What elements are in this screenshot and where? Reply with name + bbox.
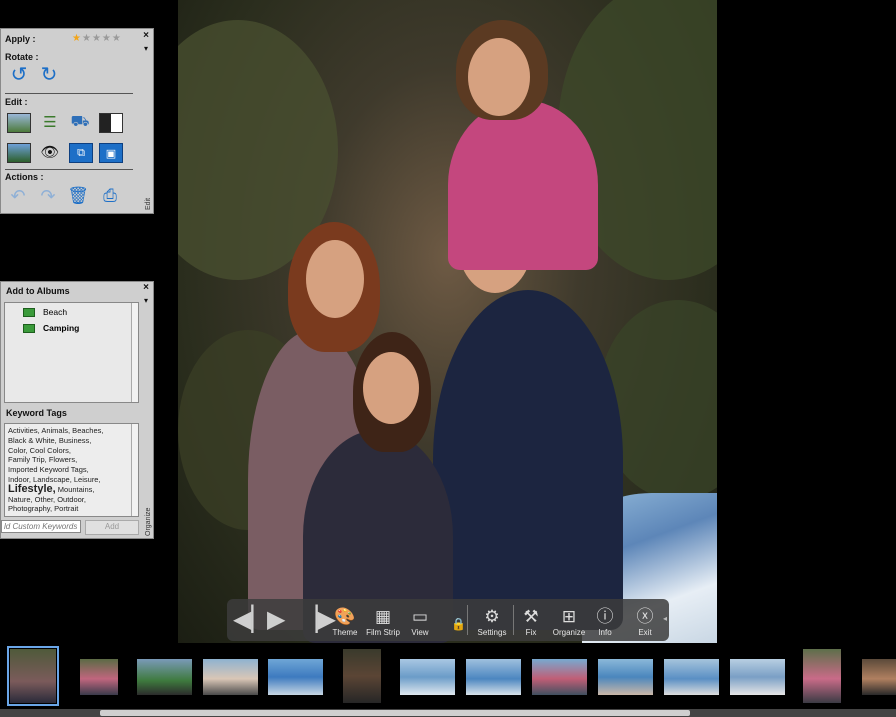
custom-keyword-input[interactable] (1, 520, 81, 533)
actions-label: Actions : (5, 172, 44, 182)
divider (513, 605, 514, 635)
settings-button[interactable]: ⚙ Settings (475, 599, 509, 641)
filmstrip-thumbnail[interactable] (664, 659, 719, 695)
album-icon (23, 307, 35, 317)
filmstrip-thumbnail[interactable] (466, 659, 521, 695)
filmstrip-thumbnail[interactable] (598, 659, 653, 695)
redo-icon[interactable]: ↷ (37, 186, 59, 206)
info-icon: ⓘ (596, 607, 614, 626)
keyword-tags-text[interactable]: Activities, Animals, Beaches, Black & Wh… (8, 426, 132, 514)
view-icon: ▭ (411, 607, 429, 626)
hammer-icon: ⚒ (523, 607, 539, 626)
add-keyword-button[interactable]: Add (85, 520, 139, 535)
organize-button[interactable]: ⊞ Organize (549, 599, 589, 641)
divider (467, 605, 468, 635)
film-strip-button[interactable]: ▦ Film Strip (364, 599, 402, 641)
filmstrip-thumbnail[interactable] (268, 659, 323, 695)
rating-star[interactable]: ★ (112, 33, 122, 44)
auto-sharpen-icon[interactable] (7, 143, 31, 163)
filmstrip-thumbnail[interactable] (532, 659, 587, 695)
filmstrip-thumbnail[interactable] (137, 659, 192, 695)
photo-edit-icon[interactable]: ⧉ (69, 143, 93, 163)
delete-icon[interactable]: 🗑 (67, 186, 89, 205)
grid-icon: ⊞ (561, 607, 577, 626)
divider (5, 169, 133, 170)
rating-star[interactable]: ★ (102, 33, 112, 44)
divider (5, 93, 133, 94)
edit-side-label: Edit (145, 197, 152, 210)
rotate-right-icon[interactable]: ↻ (38, 64, 60, 86)
rotate-label: Rotate : (5, 52, 39, 62)
keyword-tags-title: Keyword Tags (6, 408, 67, 418)
film-strip-icon: ▦ (374, 607, 392, 626)
album-icon (23, 323, 35, 333)
edit-label: Edit : (5, 97, 28, 107)
close-circle-icon: ⓧ (636, 607, 654, 626)
play-button[interactable]: ▶ (267, 605, 285, 635)
main-photo (178, 0, 717, 643)
close-icon[interactable]: × (143, 30, 149, 41)
pin-icon[interactable]: ▾ (144, 296, 148, 305)
filmstrip-thumbnail[interactable] (343, 649, 381, 703)
album-item-beach[interactable]: Beach (23, 307, 67, 317)
rating-star[interactable]: ★ (82, 33, 92, 44)
info-button[interactable]: ⓘ Info (593, 599, 617, 641)
exit-button[interactable]: ⓧ Exit (631, 599, 659, 641)
palette-icon: 🎨 (334, 607, 356, 626)
filmstrip-thumbnail[interactable] (80, 659, 118, 695)
save-edit-icon[interactable]: ▣ (99, 143, 123, 163)
albums-list: Beach Camping (4, 302, 139, 403)
edit-panel: Apply : × ▾ Rotate : ↺ ↻ Edit : ☰ ⛟ 👁 ⧉ … (0, 28, 154, 214)
close-icon[interactable]: × (143, 282, 149, 293)
rotate-left-icon[interactable]: ↺ (8, 64, 30, 86)
gear-icon: ⚙ (484, 607, 500, 626)
filmstrip-thumbnail[interactable] (862, 659, 896, 695)
apply-label: Apply : (5, 34, 36, 44)
rating-star[interactable]: ★ (72, 33, 82, 44)
auto-levels-icon[interactable]: ☰ (39, 113, 61, 131)
organize-side-label: Organize (145, 507, 152, 536)
view-button[interactable]: ▭ View (405, 599, 435, 641)
undo-icon[interactable]: ↶ (7, 186, 29, 206)
auto-color-icon[interactable] (99, 113, 123, 133)
keywords-scrollbar[interactable] (131, 424, 138, 516)
filmstrip-thumbnail[interactable] (730, 659, 785, 695)
slideshow-control-bar: ◀▏ ▶ ▕▶ 🎨 Theme ▦ Film Strip ▭ View 🔒 ⚙ … (227, 599, 669, 641)
pin-icon[interactable]: ▾ (144, 44, 148, 53)
filmstrip-thumbnail[interactable] (7, 646, 59, 706)
rating-stars: ★★★★★ (72, 33, 122, 44)
collapse-arrow-icon[interactable]: ◂ (663, 614, 667, 623)
filmstrip-thumbnail[interactable] (203, 659, 258, 695)
albums-scrollbar[interactable] (131, 303, 138, 402)
albums-title: Add to Albums (6, 286, 70, 296)
theme-button[interactable]: 🎨 Theme (330, 599, 360, 641)
lock-icon: 🔒 (451, 617, 466, 631)
fix-button[interactable]: ⚒ Fix (519, 599, 543, 641)
rating-star[interactable]: ★ (92, 33, 102, 44)
album-item-camping[interactable]: Camping (23, 323, 79, 333)
keyword-tags-list: Activities, Animals, Beaches, Black & Wh… (4, 423, 139, 517)
previous-button[interactable]: ◀▏ (233, 605, 270, 635)
filmstrip-scroll-thumb[interactable] (100, 710, 690, 716)
filmstrip-thumbnail[interactable] (803, 649, 841, 703)
print-icon[interactable]: ⎙ (99, 186, 121, 205)
auto-contrast-icon[interactable]: ⛟ (69, 113, 91, 131)
filmstrip (0, 643, 896, 717)
filmstrip-thumbnail[interactable] (400, 659, 455, 695)
red-eye-icon[interactable]: 👁 (39, 143, 61, 161)
auto-smart-fix-icon[interactable] (7, 113, 31, 133)
keyword-lifestyle[interactable]: Lifestyle, (8, 483, 56, 495)
